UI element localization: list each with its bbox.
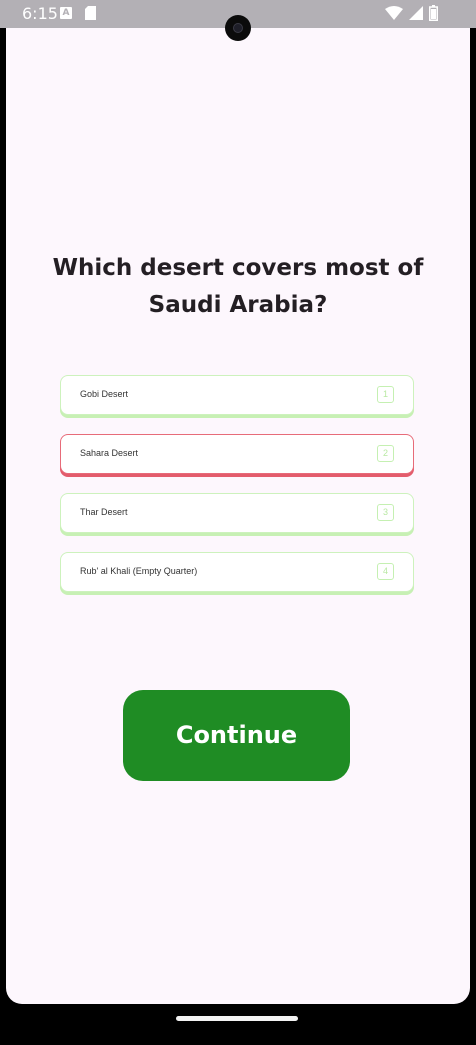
a-notification-icon: A (60, 7, 72, 19)
question-text: Which desert covers most of Saudi Arabia… (52, 255, 424, 318)
answer-key-badge: 3 (377, 504, 394, 521)
cellular-signal-icon (409, 6, 423, 20)
answer-option-label: Thar Desert (80, 507, 128, 517)
answer-option-3[interactable]: Thar Desert 3 (60, 493, 414, 533)
answer-option-1[interactable]: Gobi Desert 1 (60, 375, 414, 415)
gesture-nav-handle[interactable] (176, 1016, 298, 1021)
answer-option-label: Rub' al Khali (Empty Quarter) (80, 566, 198, 576)
answer-key-badge: 2 (377, 445, 394, 462)
front-camera (225, 15, 251, 41)
status-icons (385, 5, 438, 21)
answer-option-2[interactable]: Sahara Desert 2 (60, 434, 414, 474)
answer-option-4[interactable]: Rub' al Khali (Empty Quarter) 4 (60, 552, 414, 592)
continue-button[interactable]: Continue (123, 690, 350, 781)
answer-option-label: Sahara Desert (80, 448, 139, 458)
sim-card-icon (85, 6, 96, 20)
wifi-icon (385, 6, 403, 20)
answer-option-label: Gobi Desert (80, 389, 129, 399)
status-time: 6:15 (22, 4, 58, 23)
battery-icon (429, 5, 438, 21)
answer-key-badge: 1 (377, 386, 394, 403)
camera-lens-icon (233, 23, 243, 33)
answer-key-badge: 4 (377, 563, 394, 580)
